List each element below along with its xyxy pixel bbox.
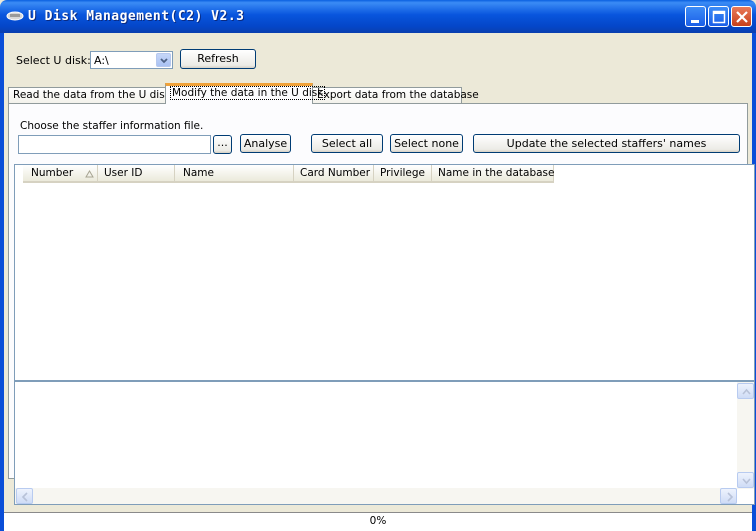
refresh-button[interactable]: Refresh: [180, 49, 256, 69]
analyse-button[interactable]: Analyse: [240, 134, 291, 153]
maximize-button[interactable]: [708, 6, 729, 27]
scroll-up-button[interactable]: [737, 383, 754, 399]
column-header-name-in-database[interactable]: Name in the database: [432, 165, 554, 183]
scroll-right-button[interactable]: [720, 488, 737, 504]
horizontal-scrollbar[interactable]: [15, 488, 737, 504]
window-frame-left: [0, 33, 4, 531]
tab-modify-data-label: Modify the data in the U disk: [170, 86, 326, 100]
select-all-button[interactable]: Select all: [311, 134, 383, 153]
maximize-icon: [712, 10, 726, 24]
column-header-label: Number: [31, 167, 74, 179]
app-icon: [6, 11, 24, 21]
sort-triangle-icon: [85, 170, 94, 178]
vertical-scrollbar[interactable]: [737, 382, 754, 489]
choose-file-label: Choose the staffer information file.: [20, 120, 204, 132]
minimize-button[interactable]: [685, 6, 706, 27]
close-button[interactable]: [731, 6, 752, 27]
column-header-number[interactable]: Number: [23, 165, 98, 183]
close-icon: [736, 11, 748, 23]
staffer-table[interactable]: Number User ID Name Card Number Privileg…: [14, 164, 755, 381]
chevron-down-icon[interactable]: [156, 53, 171, 67]
select-none-button[interactable]: Select none: [390, 134, 463, 153]
select-u-disk-label: Select U disk:: [16, 54, 91, 67]
drive-select[interactable]: A:\: [90, 51, 173, 69]
arrow-left-icon: [21, 492, 28, 502]
column-header-privilege[interactable]: Privilege: [374, 165, 432, 183]
window-title: U Disk Management(C2) V2.3: [28, 9, 245, 24]
browse-button[interactable]: ...: [213, 135, 232, 154]
column-header-card-number[interactable]: Card Number: [294, 165, 374, 183]
tab-modify-data[interactable]: Modify the data in the U disk: [165, 83, 326, 104]
tab-read-data[interactable]: Read the data from the U disk: [8, 87, 171, 104]
arrow-down-icon: [742, 478, 751, 485]
main-window: U Disk Management(C2) V2.3 Select U disk…: [0, 0, 756, 531]
tab-export-data[interactable]: Export data from the database: [312, 87, 479, 104]
progress-status: 0%: [4, 512, 752, 531]
scroll-left-button[interactable]: [16, 488, 33, 504]
minimize-icon: [691, 20, 699, 23]
arrow-right-icon: [727, 492, 734, 502]
scroll-down-button[interactable]: [737, 472, 754, 488]
log-textarea[interactable]: [14, 381, 755, 505]
drive-value: A:\: [94, 54, 109, 67]
update-names-button[interactable]: Update the selected staffers' names: [473, 134, 740, 153]
column-header-user-id[interactable]: User ID: [98, 165, 175, 183]
arrow-up-icon: [742, 388, 751, 395]
file-path-input[interactable]: [18, 135, 211, 154]
column-header-name[interactable]: Name: [175, 165, 294, 183]
title-bar[interactable]: U Disk Management(C2) V2.3: [0, 0, 756, 33]
